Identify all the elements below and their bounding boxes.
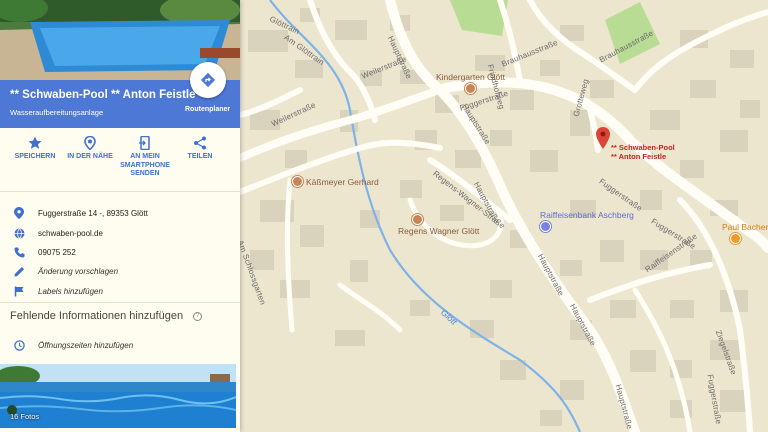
address-text: Fuggerstraße 14 -, 89353 Glött bbox=[38, 208, 148, 218]
share-label: TEILEN bbox=[187, 153, 213, 160]
add-hours-text: Öffnungszeiten hinzufügen bbox=[38, 340, 134, 350]
share-icon bbox=[194, 136, 206, 150]
poi-marker-icon bbox=[464, 83, 476, 94]
poi-marker-icon bbox=[412, 214, 423, 225]
address-row[interactable]: Fuggerstraße 14 -, 89353 Glött bbox=[0, 204, 240, 222]
clock-icon bbox=[13, 339, 25, 351]
map-canvas[interactable]: Glöttrain Am Glöttrain Weilerstraße Weil… bbox=[240, 0, 768, 432]
directions-icon bbox=[200, 72, 216, 88]
website-text: schwaben-pool.de bbox=[38, 228, 103, 238]
restaurant-icon bbox=[730, 233, 741, 244]
nearby-label: IN DER NÄHE bbox=[67, 153, 113, 160]
place-panel: ** Schwaben-Pool ** Anton Feistle Wasser… bbox=[0, 0, 240, 432]
missing-info-heading: Fehlende Informationen hinzufügen bbox=[10, 310, 184, 322]
website-row[interactable]: schwaben-pool.de bbox=[0, 224, 240, 242]
poi-raiffeisenbank[interactable]: Raiffeisenbank Aschberg bbox=[540, 210, 634, 232]
send-to-phone-button[interactable]: AN MEIN SMARTPHONE SENDEN bbox=[115, 136, 175, 179]
suggest-edit-row[interactable]: Änderung vorschlagen bbox=[0, 262, 240, 280]
poi-kindergarten-label: Kindergarten Glött bbox=[436, 72, 505, 82]
flag-icon bbox=[14, 286, 23, 296]
divider bbox=[0, 191, 240, 192]
pencil-icon bbox=[14, 266, 24, 276]
poi-marker-icon bbox=[292, 176, 303, 187]
poi-raiffeisenbank-label: Raiffeisenbank Aschberg bbox=[540, 210, 634, 220]
share-button[interactable]: TEILEN bbox=[170, 136, 230, 162]
poi-kassmeyer-label: Käßmeyer Gerhard bbox=[306, 176, 379, 187]
action-bar: SPEICHERN IN DER NÄHE AN MEIN SMARTPHONE… bbox=[0, 130, 240, 188]
place-title: ** Schwaben-Pool ** Anton Feistle bbox=[10, 89, 196, 101]
directions-button[interactable] bbox=[190, 62, 226, 98]
poi-paul-bacherl-label: Paul Bacherl bbox=[722, 222, 768, 232]
add-label-row[interactable]: Labels hinzufügen bbox=[0, 282, 240, 300]
save-button[interactable]: SPEICHERN bbox=[5, 136, 65, 162]
save-label: SPEICHERN bbox=[14, 153, 56, 160]
send-to-phone-label-2: SMARTPHONE bbox=[120, 161, 170, 169]
help-icon[interactable]: ? bbox=[193, 312, 202, 321]
divider bbox=[0, 302, 240, 303]
nearby-icon bbox=[84, 136, 96, 150]
phone-send-icon bbox=[139, 136, 150, 150]
poi-paul-bacherl[interactable]: Paul Bacherl bbox=[722, 222, 768, 244]
poi-regens-wagner-label: Regens Wagner Glött bbox=[398, 226, 480, 236]
nearby-button[interactable]: IN DER NÄHE bbox=[60, 136, 120, 162]
location-icon bbox=[14, 207, 24, 219]
pin-label-line2: ** Anton Feistle bbox=[611, 152, 667, 161]
phone-row[interactable]: 09075 252 bbox=[0, 243, 240, 261]
send-to-phone-label-1: AN MEIN bbox=[130, 153, 160, 160]
pin-label: ** Schwaben-Pool ** Anton Feistle bbox=[611, 143, 675, 161]
poi-kindergarten[interactable]: Kindergarten Glött bbox=[436, 72, 505, 94]
location-pin-icon[interactable] bbox=[596, 127, 610, 149]
globe-icon bbox=[14, 227, 24, 239]
directions-label: Routenplaner bbox=[185, 106, 231, 113]
suggest-edit-text: Änderung vorschlagen bbox=[38, 266, 119, 276]
bank-icon bbox=[540, 221, 551, 232]
place-header: ** Schwaben-Pool ** Anton Feistle Wasser… bbox=[0, 62, 240, 128]
poi-kassmeyer[interactable]: Käßmeyer Gerhard bbox=[292, 176, 379, 187]
photo-count: 16 Fotos bbox=[10, 412, 40, 421]
poi-regens-wagner[interactable]: Regens Wagner Glött bbox=[398, 214, 479, 236]
send-to-phone-label-3: SENDEN bbox=[130, 170, 160, 177]
star-icon bbox=[28, 136, 42, 149]
add-label-text: Labels hinzufügen bbox=[38, 286, 103, 296]
pin-label-line1: ** Schwaben-Pool bbox=[611, 143, 675, 152]
add-hours-row[interactable]: Öffnungszeiten hinzufügen bbox=[0, 336, 240, 354]
phone-icon bbox=[14, 247, 24, 257]
place-category: Wasseraufbereitungsanlage bbox=[10, 108, 104, 117]
phone-text: 09075 252 bbox=[38, 247, 76, 257]
photos-thumbnail[interactable]: 16 Fotos bbox=[0, 364, 236, 428]
